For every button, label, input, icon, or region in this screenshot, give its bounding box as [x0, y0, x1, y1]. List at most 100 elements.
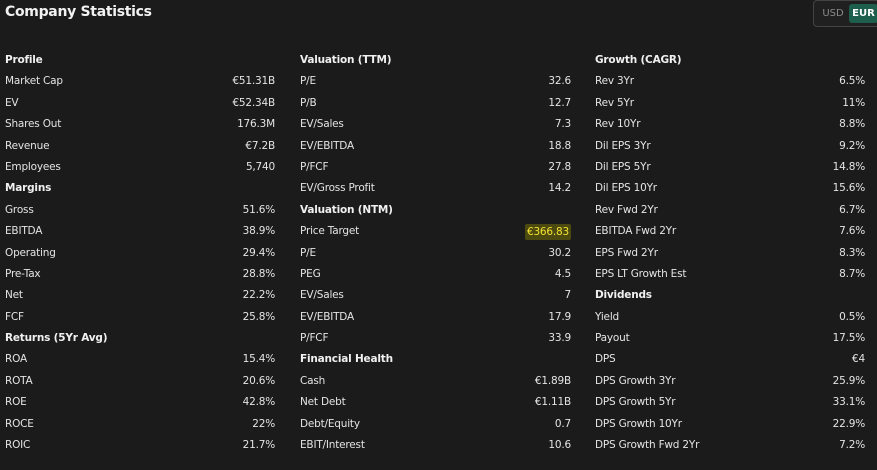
stat-row-ebitda: EBITDA 38.9% — [5, 221, 275, 242]
section-title: Valuation (NTM) — [300, 203, 393, 216]
stat-row-dil-eps-5yr: Dil EPS 5Yr 14.8% — [595, 157, 865, 178]
stat-row-ev-gross-profit: EV/Gross Profit 14.2 — [300, 178, 571, 199]
stat-row-dil-eps-10yr: Dil EPS 10Yr 15.6% — [595, 178, 865, 199]
stat-value: 5,740 — [245, 160, 275, 173]
stat-row-ebit-interest: EBIT/Interest 10.6 — [300, 435, 571, 456]
stat-row-p-e: P/E 30.2 — [300, 243, 571, 264]
stat-value: €1.89B — [534, 374, 571, 387]
stat-row-dps: DPS €4 — [595, 349, 865, 370]
stat-label: ROA — [5, 353, 27, 366]
stat-value: 7.3 — [554, 118, 571, 131]
stat-label: EPS Fwd 2Yr — [595, 246, 658, 259]
stat-label: P/E — [300, 75, 316, 88]
stat-label: DPS Growth 5Yr — [595, 396, 676, 409]
stat-value: 7.2% — [839, 439, 865, 452]
stat-value: €4 — [852, 353, 865, 366]
stat-row-cash: Cash €1.89B — [300, 371, 571, 392]
stat-value: 51.6% — [242, 203, 276, 216]
stat-row-eps-fwd-2yr: EPS Fwd 2Yr 8.3% — [595, 243, 865, 264]
stat-label: Dil EPS 3Yr — [595, 139, 651, 152]
stat-value: 29.4% — [242, 246, 276, 259]
stat-row-net-debt: Net Debt €1.11B — [300, 392, 571, 413]
stat-row-roic: ROIC 21.7% — [5, 435, 275, 456]
stat-value: 6.7% — [839, 203, 865, 216]
stat-value: €51.31B — [232, 75, 275, 88]
stat-row-ev-ebitda: EV/EBITDA 17.9 — [300, 307, 571, 328]
stat-label: EV/Sales — [300, 289, 344, 302]
stat-row-ev: EV €52.34B — [5, 93, 275, 114]
stat-label: ROE — [5, 396, 27, 409]
stat-value: 30.2 — [548, 246, 571, 259]
stat-label: Net Debt — [300, 396, 346, 409]
stat-row-dps-growth-fwd-2yr: DPS Growth Fwd 2Yr 7.2% — [595, 435, 865, 456]
stat-value: 25.9% — [832, 374, 866, 387]
stat-value: €1.11B — [534, 396, 571, 409]
stat-row-p-fcf: P/FCF 27.8 — [300, 157, 571, 178]
stat-label: Cash — [300, 374, 326, 387]
stat-value: 15.6% — [832, 182, 866, 195]
section-returns-5yr-avg: Returns (5Yr Avg) ROA 15.4% ROTA 20.6% ROE 42.… — [5, 328, 275, 456]
currency-toggle[interactable]: USD EUR — [813, 0, 877, 27]
section-valuation-ntm: Valuation (NTM) Price Target €366.83 P/E 30.… — [300, 200, 571, 350]
section-financial-health: Financial Health Cash €1.89B Net Debt €1.11B… — [300, 349, 571, 456]
stat-label: Rev Fwd 2Yr — [595, 203, 658, 216]
currency-usd-button[interactable]: USD — [818, 4, 848, 23]
stat-row-roce: ROCE 22% — [5, 414, 275, 435]
stat-value: 33.9 — [548, 332, 571, 345]
stat-value: €52.34B — [232, 96, 275, 109]
stat-row-rev-3yr: Rev 3Yr 6.5% — [595, 71, 865, 92]
stat-label: EV — [5, 96, 19, 109]
stat-value: 42.8% — [242, 396, 276, 409]
stat-row-ev-sales: EV/Sales 7 — [300, 285, 571, 306]
stat-label: ROIC — [5, 439, 31, 452]
stat-value: 32.6 — [548, 75, 571, 88]
stat-label: Yield — [595, 310, 619, 323]
section-title: Margins — [5, 182, 52, 195]
stat-label: Pre-Tax — [5, 267, 41, 280]
section-margins: Margins Gross 51.6% EBITDA 38.9% Operating 29.… — [5, 178, 275, 328]
stats-column-1: Profile Market Cap €51.31B EV €52.34B Shares … — [5, 50, 275, 456]
stats-column-2: Valuation (TTM) P/E 32.6 P/B 12.7 EV/Sales 7.3… — [300, 50, 571, 456]
stat-value: 0.7 — [554, 417, 571, 430]
stat-label: DPS Growth 3Yr — [595, 374, 676, 387]
stat-row-revenue: Revenue €7.2B — [5, 136, 275, 157]
stat-label: Market Cap — [5, 75, 63, 88]
stat-label: DPS — [595, 353, 616, 366]
stat-label: EV/EBITDA — [300, 139, 354, 152]
stat-value: 9.2% — [839, 139, 865, 152]
stat-label: EPS LT Growth Est — [595, 267, 687, 280]
stat-label: EBITDA Fwd 2Yr — [595, 225, 677, 238]
stat-label: ROCE — [5, 417, 34, 430]
stat-label: Employees — [5, 160, 61, 173]
section-valuation-ttm: Valuation (TTM) P/E 32.6 P/B 12.7 EV/Sales 7.3… — [300, 50, 571, 200]
stat-value: 28.8% — [242, 267, 276, 280]
section-profile: Profile Market Cap €51.31B EV €52.34B Shares … — [5, 50, 275, 178]
stat-row-debt-equity: Debt/Equity 0.7 — [300, 414, 571, 435]
stat-label: EV/Gross Profit — [300, 182, 375, 195]
stat-value: 14.8% — [832, 160, 866, 173]
stat-label: Debt/Equity — [300, 417, 360, 430]
stat-label: EBITDA — [5, 225, 43, 238]
stat-label: Rev 3Yr — [595, 75, 634, 88]
stat-label: Shares Out — [5, 118, 62, 131]
stat-row-eps-lt-growth-est: EPS LT Growth Est 8.7% — [595, 264, 865, 285]
stat-value: 8.3% — [839, 246, 865, 259]
stat-value: 0.5% — [839, 310, 865, 323]
stat-label: PEG — [300, 267, 321, 280]
stat-label: Rev 10Yr — [595, 118, 641, 131]
stat-row-employees: Employees 5,740 — [5, 157, 275, 178]
section-title: Returns (5Yr Avg) — [5, 332, 108, 345]
stat-row-payout: Payout 17.5% — [595, 328, 865, 349]
section-title: Profile — [5, 54, 43, 66]
stat-value: 22% — [252, 417, 275, 430]
stat-row-market-cap: Market Cap €51.31B — [5, 71, 275, 92]
stat-row-roe: ROE 42.8% — [5, 392, 275, 413]
currency-eur-button[interactable]: EUR — [849, 4, 877, 23]
stat-label: EBIT/Interest — [300, 439, 365, 452]
section-growth-cagr: Growth (CAGR) Rev 3Yr 6.5% Rev 5Yr 11% Rev 10… — [595, 50, 865, 285]
stat-value: 18.8 — [548, 139, 571, 152]
stat-row-yield: Yield 0.5% — [595, 307, 865, 328]
stat-row-p-fcf: P/FCF 33.9 — [300, 328, 571, 349]
stat-value: 17.9 — [548, 310, 571, 323]
stat-value: 7.6% — [839, 225, 865, 238]
